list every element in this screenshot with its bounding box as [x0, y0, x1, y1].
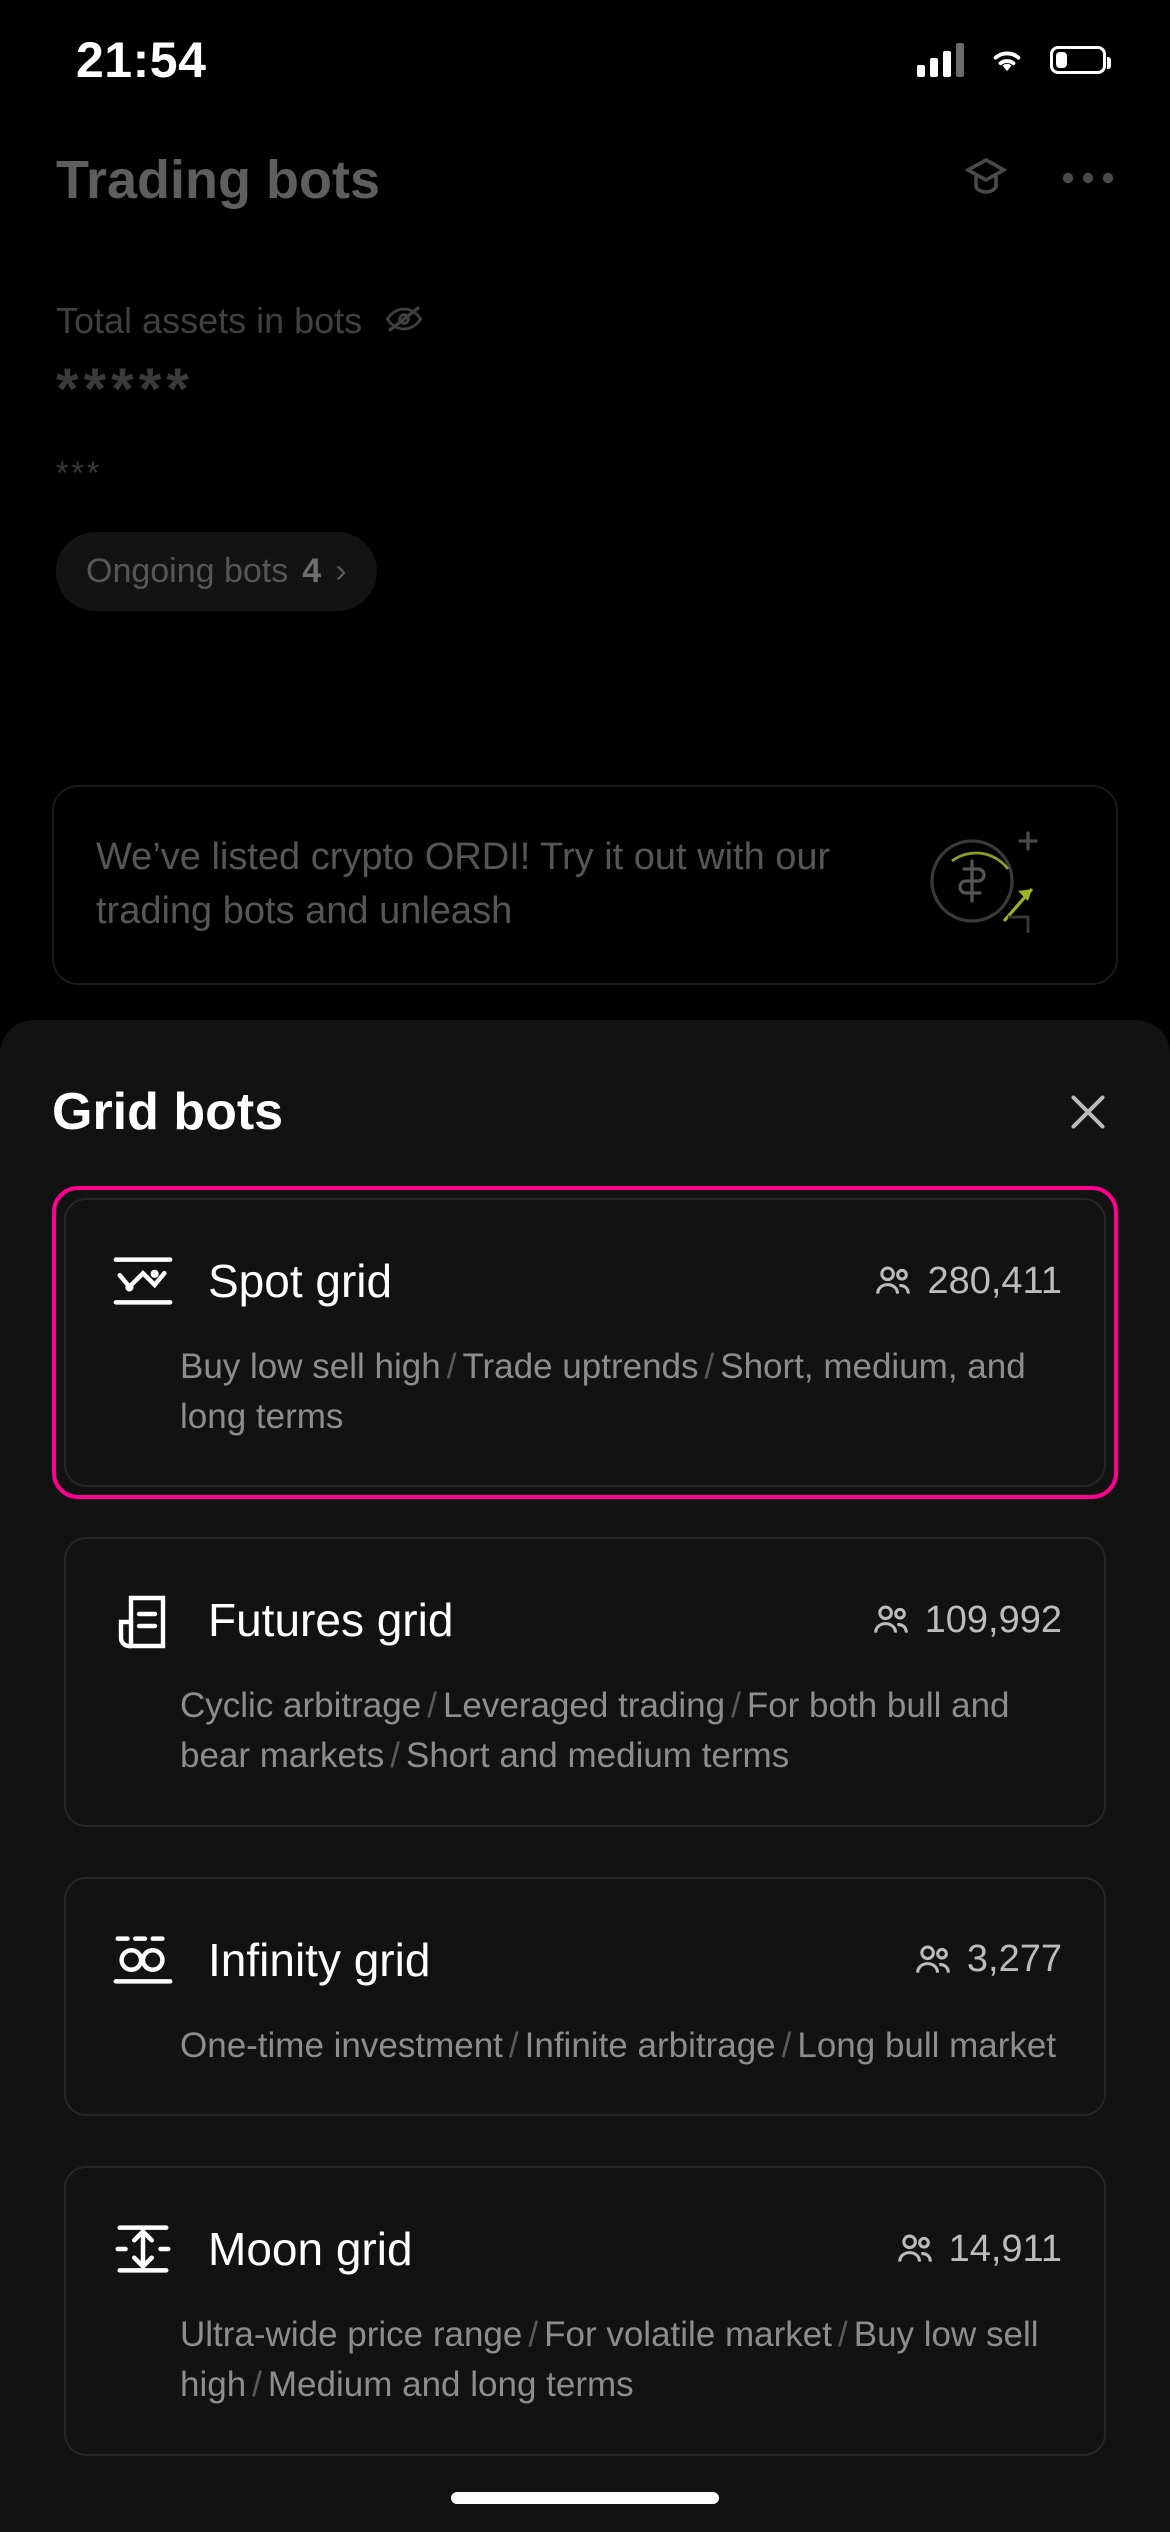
promo-banner-text: We’ve listed crypto ORDI! Try it out wit…	[96, 836, 831, 932]
ongoing-bots-label: Ongoing bots	[86, 552, 289, 590]
close-icon[interactable]	[1060, 1084, 1116, 1140]
people-icon	[873, 1605, 908, 1634]
promo-banner[interactable]: We’ve listed crypto ORDI! Try it out wit…	[52, 785, 1118, 985]
spot-grid-icon	[106, 1244, 180, 1318]
home-indicator	[451, 2492, 719, 2504]
more-options-icon[interactable]	[1062, 171, 1114, 190]
wifi-icon	[986, 42, 1028, 79]
grid-bot-users: 109,992	[871, 1599, 1062, 1642]
total-assets-row: Total assets in bots	[0, 300, 1170, 342]
total-assets-value: *****	[56, 357, 194, 422]
grid-bot-users-count: 14,911	[948, 2227, 1062, 2270]
ongoing-bots-count: 4	[302, 552, 322, 590]
grid-bot-list: Spot grid 280,411 Buy low sell high / Trad…	[0, 1186, 1170, 2468]
phone-screen: 21:54 Trading bots Total assets in bots	[0, 0, 1170, 2532]
battery-icon	[1050, 46, 1111, 74]
futures-grid-icon	[106, 1583, 180, 1657]
grid-bot-users-count: 109,992	[924, 1598, 1062, 1641]
grid-bot-users: 280,411	[873, 1260, 1062, 1303]
grid-bot-users-count: 280,411	[927, 1259, 1062, 1302]
grid-bot-desc: Ultra-wide price range / For volatile mark…	[180, 2315, 1039, 2405]
total-assets-sub: ***	[56, 455, 103, 491]
sheet-header: Grid bots	[0, 1020, 1170, 1142]
grid-bot-desc: Cyclic arbitrage / Leveraged trading / For b…	[180, 1686, 1010, 1776]
page-header: Trading bots	[0, 120, 1170, 240]
status-bar: 21:54	[0, 0, 1170, 120]
grid-bot-name: Spot grid	[208, 1255, 393, 1307]
status-time: 21:54	[76, 32, 207, 88]
people-icon	[916, 1945, 950, 1973]
infinity-grid-icon	[106, 1923, 180, 1997]
eye-off-icon[interactable]	[384, 302, 424, 341]
grid-bot-card-spot-grid[interactable]: Spot grid 280,411 Buy low sell high / Trad…	[52, 1186, 1118, 1500]
grid-bots-sheet: Grid bots Spot grid 280,411 Buy low sell…	[0, 1020, 1170, 2532]
grid-bot-name: Moon grid	[208, 2223, 413, 2276]
grid-bot-desc: Buy low sell high / Trade uptrends / Short, …	[180, 1347, 1026, 1436]
background-page: Trading bots Total assets in bots ***** …	[0, 120, 1170, 1160]
grid-bot-name: Futures grid	[208, 1594, 454, 1647]
grid-bot-users-count: 3,277	[966, 1938, 1062, 1981]
ongoing-bots-pill[interactable]: Ongoing bots 4 ›	[56, 532, 377, 611]
grid-bot-desc: One-time investment / Infinite arbitrage / L…	[180, 2025, 1057, 2065]
grid-bot-card-futures-grid[interactable]: Futures grid 109,992 Cyclic arbitrage / Le…	[52, 1525, 1118, 1838]
page-actions	[960, 154, 1114, 207]
chevron-right-icon: ›	[335, 552, 347, 590]
status-icons	[917, 42, 1111, 79]
grid-bot-users: 14,911	[895, 2228, 1062, 2271]
page-title: Trading bots	[56, 150, 380, 210]
people-icon	[876, 1266, 911, 1294]
grid-bot-card-moon-grid[interactable]: Moon grid 14,911 Ultra-wide price range /…	[52, 2154, 1118, 2467]
moon-grid-icon	[106, 2212, 180, 2286]
grid-bot-name: Infinity grid	[208, 1933, 431, 1986]
graduation-cap-icon[interactable]	[960, 154, 1012, 207]
people-icon	[897, 2234, 932, 2263]
dollar-coin-growth-icon	[916, 809, 1056, 954]
cellular-signal-icon	[917, 43, 964, 77]
grid-bot-users: 3,277	[913, 1938, 1062, 1981]
grid-bot-card-infinity-grid[interactable]: Infinity grid 3,277 One-time investment /…	[52, 1865, 1118, 2129]
total-assets-label: Total assets in bots	[56, 300, 363, 341]
sheet-title: Grid bots	[52, 1083, 284, 1141]
